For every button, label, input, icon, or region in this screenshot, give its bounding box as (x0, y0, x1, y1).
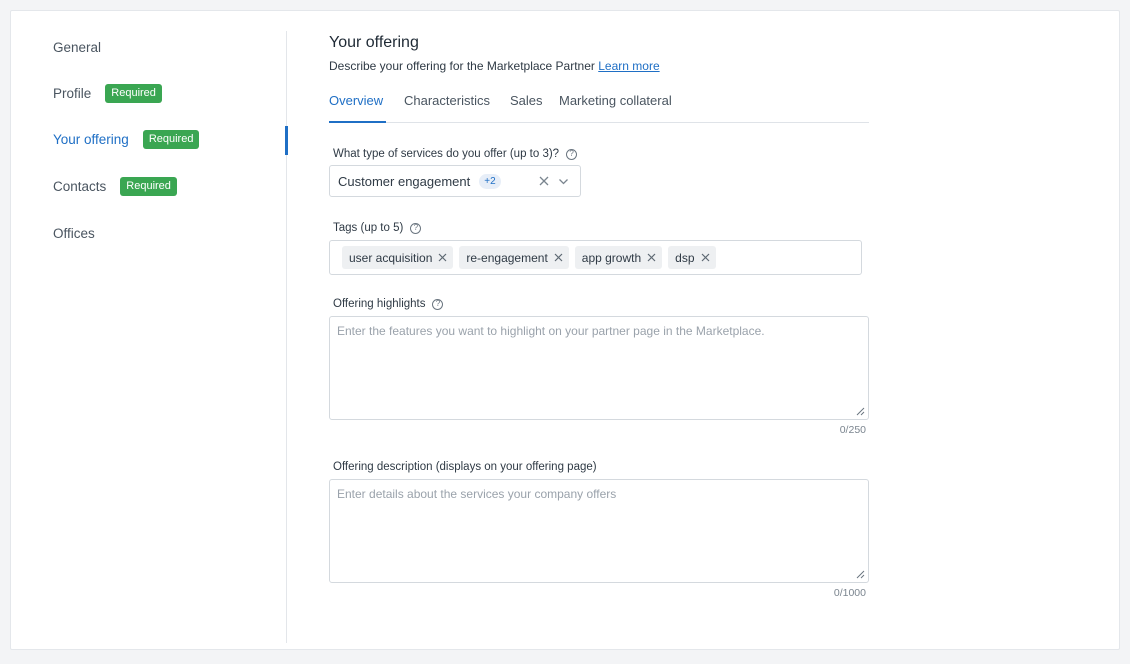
description-label-text: Offering description (displays on your o… (333, 461, 597, 473)
sidebar-item-label: Profile (53, 85, 92, 101)
description-textarea[interactable]: Enter details about the services your co… (329, 479, 869, 583)
sidebar-item-your-offering[interactable]: Your offering Required (53, 128, 200, 150)
chevron-down-icon[interactable] (558, 176, 569, 187)
sidebar-item-general[interactable]: General (53, 36, 101, 58)
sidebar-item-label: Contacts (53, 178, 107, 194)
sidebar-item-offices[interactable]: Offices (53, 222, 95, 244)
tag-chip: user acquisition (342, 246, 454, 269)
required-badge: Required (142, 129, 200, 149)
active-tab-underline (329, 121, 386, 123)
tags-label-text: Tags (up to 5) (333, 222, 404, 234)
sidebar: General Profile Required Your offering R… (11, 31, 288, 643)
highlights-char-counter: 0/250 (839, 424, 866, 436)
highlights-placeholder: Enter the features you want to highlight… (337, 324, 765, 338)
learn-more-link[interactable]: Learn more (598, 59, 659, 73)
tags-label: Tags (up to 5) ? (333, 222, 422, 234)
tag-label: dsp (675, 250, 695, 265)
highlights-textarea[interactable]: Enter the features you want to highlight… (329, 316, 869, 420)
services-label: What type of services do you offer (up t… (333, 148, 578, 160)
sidebar-item-label: Offices (53, 225, 95, 241)
active-indicator (285, 126, 288, 155)
tab-characteristics[interactable]: Characteristics (404, 93, 490, 108)
more-count-badge: +2 (479, 173, 501, 189)
highlights-label: Offering highlights ? (333, 298, 444, 310)
tab-sales[interactable]: Sales (510, 93, 543, 108)
help-icon[interactable]: ? (432, 298, 444, 310)
sidebar-item-contacts[interactable]: Contacts Required (53, 175, 177, 197)
tag-label: re-engagement (466, 250, 548, 265)
description-label: Offering description (displays on your o… (333, 461, 597, 473)
clear-icon[interactable] (538, 175, 550, 187)
sidebar-item-profile[interactable]: Profile Required (53, 82, 162, 104)
remove-tag-icon[interactable] (438, 253, 447, 262)
description-placeholder: Enter details about the services your co… (337, 487, 617, 501)
services-label-text: What type of services do you offer (up t… (333, 148, 560, 160)
description-char-counter: 0/1000 (833, 587, 866, 599)
resize-handle-icon[interactable] (856, 570, 865, 579)
required-badge: Required (105, 83, 162, 103)
services-value: Customer engagement (338, 173, 471, 189)
remove-tag-icon[interactable] (554, 253, 563, 262)
highlights-label-text: Offering highlights (333, 298, 426, 310)
services-select[interactable]: Customer engagement +2 (329, 165, 581, 197)
page-subtitle: Describe your offering for the Marketpla… (329, 59, 660, 73)
tag-label: app growth (581, 250, 642, 265)
tags-input[interactable]: user acquisition re-engagement app growt… (329, 240, 862, 275)
resize-handle-icon[interactable] (856, 407, 865, 416)
sidebar-item-label: General (53, 39, 102, 55)
tab-bar: Overview Characteristics Sales Marketing… (329, 89, 869, 123)
tab-overview[interactable]: Overview (329, 93, 383, 108)
tag-label: user acquisition (349, 250, 433, 265)
required-badge: Required (120, 176, 177, 196)
remove-tag-icon[interactable] (701, 253, 710, 262)
tag-chip: app growth (574, 246, 663, 269)
help-icon[interactable]: ? (566, 148, 578, 160)
sidebar-item-label: Your offering (53, 131, 129, 147)
remove-tag-icon[interactable] (647, 253, 656, 262)
tag-chip: re-engagement (459, 246, 569, 269)
subtitle-text: Describe your offering for the Marketpla… (329, 59, 595, 73)
page-title: Your offering (329, 34, 419, 51)
tag-chip: dsp (668, 246, 716, 269)
help-icon[interactable]: ? (410, 222, 422, 234)
settings-card: General Profile Required Your offering R… (10, 10, 1120, 650)
tab-marketing-collateral[interactable]: Marketing collateral (559, 93, 672, 108)
